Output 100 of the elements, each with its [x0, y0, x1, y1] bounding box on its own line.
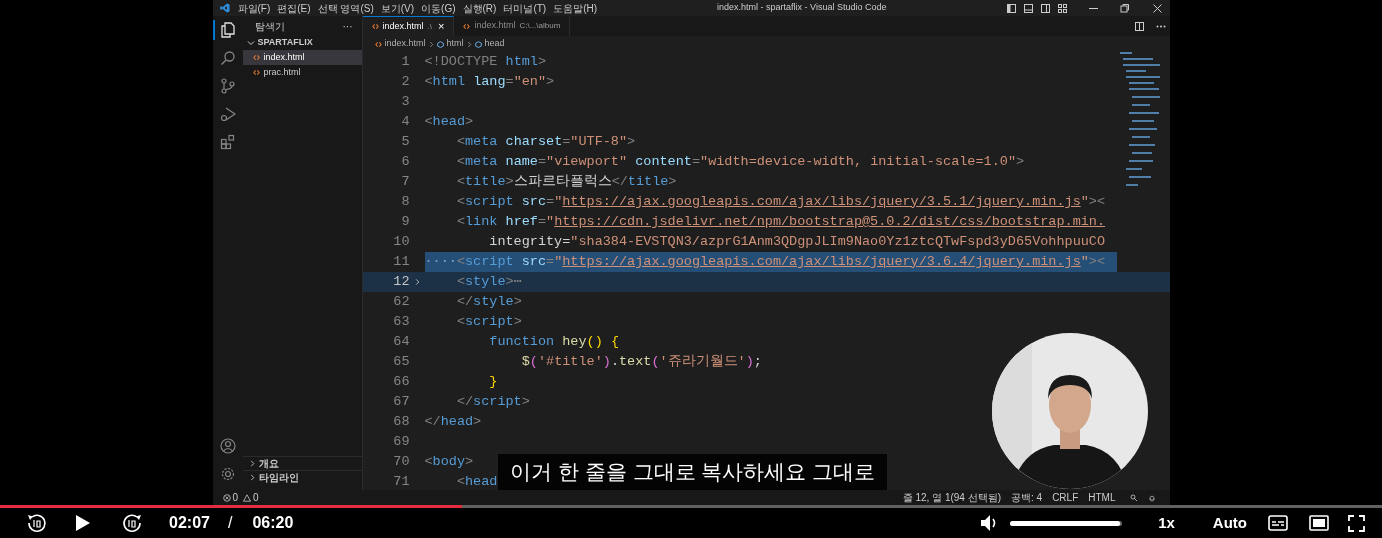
quality-button[interactable]: Auto: [1212, 511, 1247, 535]
code-line: </style>: [455, 292, 522, 311]
code-line: <body>: [424, 452, 474, 471]
settings-icon[interactable]: [219, 466, 236, 482]
tab-path: C:\...\album: [519, 20, 561, 32]
maximize-icon[interactable]: [1119, 3, 1129, 13]
code-line: <head>: [424, 112, 474, 131]
split-editor-icon[interactable]: [1134, 21, 1144, 31]
folder-name[interactable]: SPARTAFLIX: [257, 36, 313, 50]
code-line: <html lang="en">: [424, 72, 555, 91]
search-icon[interactable]: [219, 50, 236, 66]
window-title: index.html - spartaflix - Visual Studio Code: [717, 1, 887, 15]
code-line: <script src="https://ajax.googleapis.com/ajax/libs/jquery/3.5.1/jquery.min.js"><: [455, 192, 1106, 211]
speed-button[interactable]: 1x: [1158, 511, 1175, 535]
breadcrumb[interactable]: index.html: [384, 37, 426, 51]
theater-mode-icon[interactable]: [1309, 515, 1329, 531]
line-number: 67: [392, 392, 410, 411]
line-number: 8: [400, 192, 410, 211]
line-number: 6: [400, 152, 410, 171]
status-item[interactable]: 공백: 4: [1011, 490, 1043, 505]
panel-header[interactable]: 개요: [242, 456, 362, 470]
more-actions-icon[interactable]: [1155, 24, 1166, 28]
cube-icon: [436, 40, 444, 48]
line-number: 4: [400, 112, 410, 131]
code-line: <link href="https://cdn.jsdelivr.net/npm/bootstrap@5.0.2/dist/css/bootstrap.min.: [455, 212, 1106, 231]
split-layout-icon[interactable]: [1040, 3, 1050, 13]
cube-icon: [474, 40, 482, 48]
line-number: 3: [400, 92, 410, 111]
menu-item[interactable]: 편집(E): [277, 0, 311, 16]
code-line: }: [488, 372, 498, 391]
extensions-icon[interactable]: [219, 134, 236, 150]
line-number: 66: [392, 372, 410, 391]
line-number: 71: [392, 472, 410, 490]
tab-label: index.html: [474, 19, 516, 33]
html-file-icon: [374, 40, 382, 48]
line-number: 64: [392, 332, 410, 351]
file-item[interactable]: prac.html: [242, 65, 362, 80]
line-number: 11: [392, 252, 410, 271]
code-line: <!DOCTYPE html>: [424, 52, 547, 71]
chevron-icon[interactable]: [246, 39, 255, 47]
code-line: </head>: [424, 412, 482, 431]
fullscreen-icon[interactable]: [1348, 514, 1365, 532]
error-icon: [222, 493, 231, 502]
menu-item[interactable]: 파일(F): [237, 0, 271, 16]
menu-item[interactable]: 보기(V): [380, 0, 415, 16]
app-logo-icon: [219, 3, 230, 13]
close-tab-button[interactable]: ×: [438, 18, 445, 35]
code-line: <style>⋯: [455, 272, 522, 291]
current-time: 02:07: [169, 513, 210, 533]
code-line: </script>: [455, 392, 530, 411]
code-line: <meta charset="UTF-8">: [455, 132, 636, 151]
breadcrumb[interactable]: head: [484, 37, 505, 51]
duration: 06:20: [252, 513, 294, 533]
code-line: <head: [455, 472, 498, 490]
close-icon[interactable]: [1152, 3, 1162, 13]
files-icon[interactable]: [219, 22, 236, 38]
tab-path: .\: [427, 20, 432, 33]
subtitle: 이거 한 줄을 그대로 복사하세요 그대로: [498, 454, 888, 490]
panel-header[interactable]: 타임라인: [242, 470, 362, 484]
line-number: 62: [392, 292, 410, 311]
file-item[interactable]: index.html: [242, 50, 362, 65]
status-item[interactable]: CRLF: [1052, 490, 1079, 505]
rewind-10-icon[interactable]: [26, 512, 48, 534]
chevron-icon: [428, 40, 434, 48]
error-count[interactable]: 0: [232, 490, 239, 505]
menu-item[interactable]: 도움말(H): [553, 0, 598, 16]
branch-icon[interactable]: [219, 78, 236, 94]
line-number: 12: [392, 272, 410, 291]
html-file-icon: [252, 69, 260, 76]
code-line: ····<script src="https://ajax.googleapis.com/ajax/libs/jquery/3.6.4/jquery.min.js"><: [424, 252, 1106, 271]
forward-10-icon[interactable]: [121, 512, 143, 534]
run-debug-icon[interactable]: [219, 106, 236, 122]
sidebar-layout-icon[interactable]: [1006, 3, 1016, 13]
menu-item[interactable]: 터미널(T): [503, 0, 547, 16]
line-number: 7: [400, 172, 410, 191]
line-number: 9: [400, 212, 410, 231]
status-item[interactable]: HTML: [1088, 490, 1116, 505]
line-number: 2: [400, 72, 410, 91]
status-item[interactable]: 줄 12, 열 1(94 선택됨): [902, 490, 1001, 505]
code-line: <meta name="viewport" content="width=device-width, initial-scale=1.0">: [455, 152, 1025, 171]
account-icon[interactable]: [219, 438, 236, 454]
warning-icon: [243, 493, 252, 502]
warning-count[interactable]: 0: [253, 490, 259, 505]
more-button[interactable]: ···: [342, 18, 353, 34]
play-icon[interactable]: [75, 514, 91, 532]
line-number: 68: [392, 412, 410, 431]
explorer-title: 탐색기: [254, 19, 285, 34]
code-line: <script>: [455, 312, 522, 331]
captions-icon[interactable]: [1268, 515, 1288, 531]
fold-chevron-icon[interactable]: [413, 278, 421, 286]
menu-item[interactable]: 실행(R): [462, 0, 497, 16]
menu-item[interactable]: 이동(G): [421, 0, 456, 16]
chevron-icon: [466, 40, 472, 48]
menu-item[interactable]: 선택 영역(S): [317, 0, 374, 16]
panel-layout-icon[interactable]: [1023, 3, 1033, 13]
line-number: 69: [392, 432, 410, 451]
html-file-icon: [463, 22, 471, 30]
breadcrumb[interactable]: html: [446, 37, 464, 51]
editor-tab[interactable]: index.html .\ ×: [362, 16, 455, 36]
layout-grid-icon[interactable]: [1057, 3, 1067, 13]
